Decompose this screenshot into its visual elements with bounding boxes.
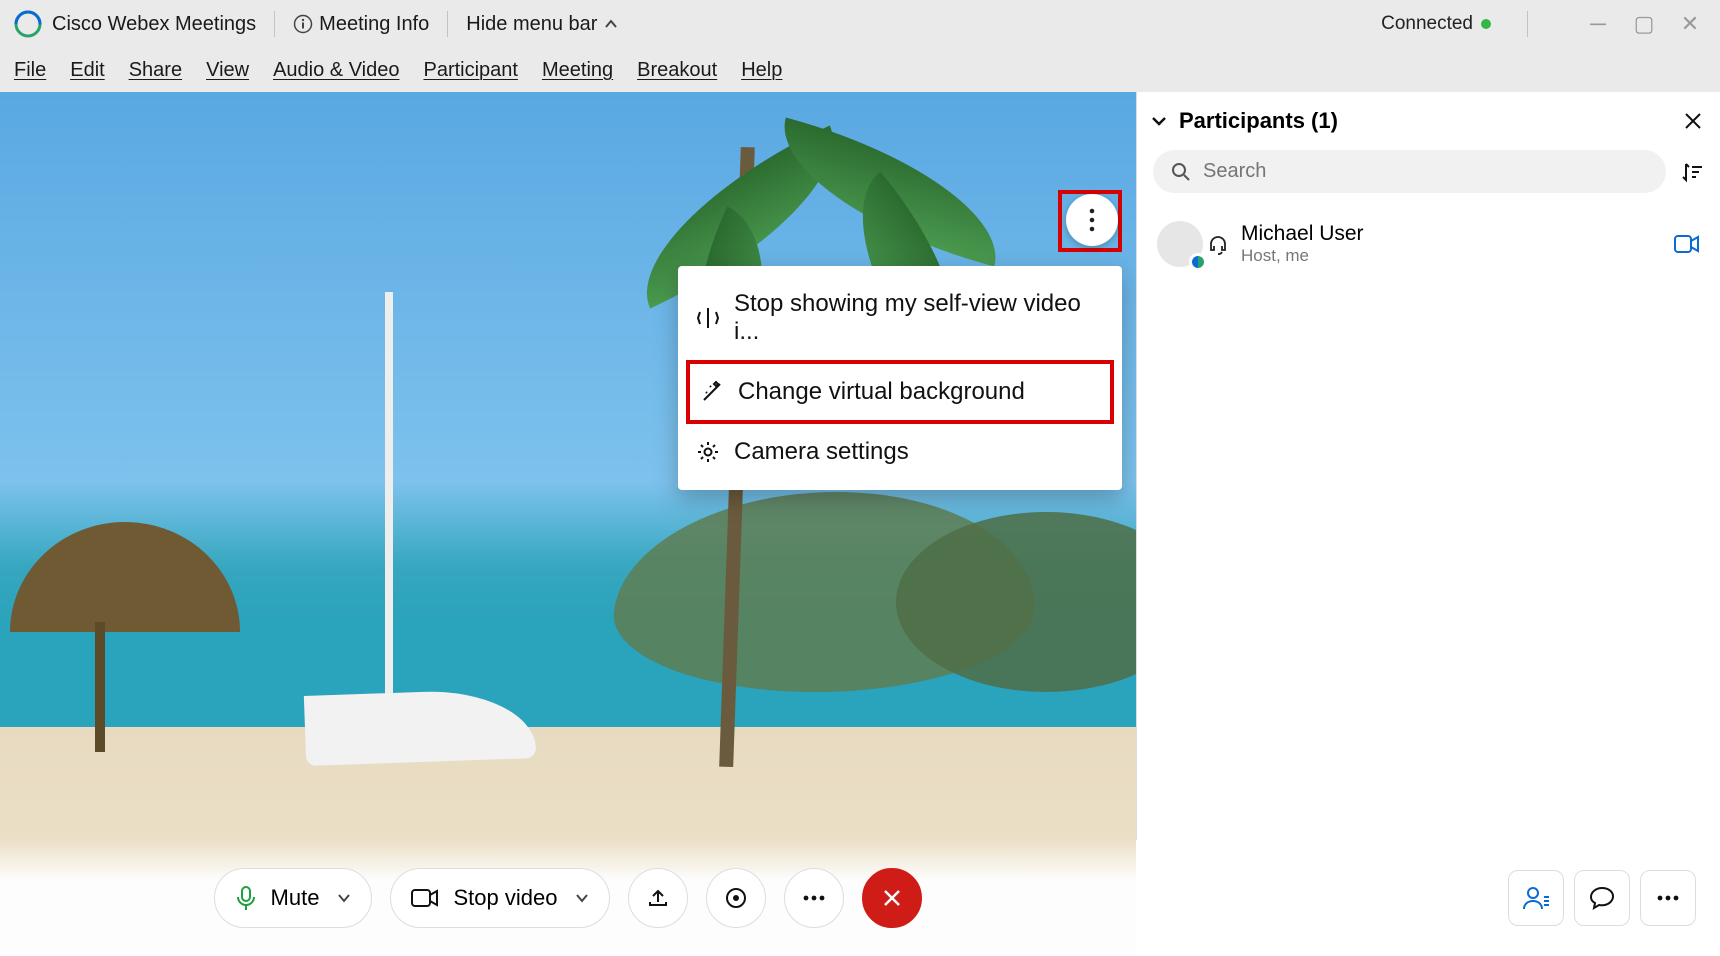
share-icon bbox=[646, 886, 670, 910]
participant-video-icon[interactable] bbox=[1674, 235, 1700, 253]
hide-menu-bar-button[interactable]: Hide menu bar bbox=[466, 13, 619, 36]
camera-icon bbox=[411, 888, 439, 908]
avatar bbox=[1157, 221, 1203, 267]
headset-icon bbox=[1207, 233, 1229, 255]
meeting-info-label: Meeting Info bbox=[319, 13, 429, 36]
chevron-up-icon bbox=[603, 16, 619, 32]
close-panel-button[interactable] bbox=[1684, 112, 1702, 130]
participant-role: Host, me bbox=[1241, 246, 1364, 266]
info-icon bbox=[293, 14, 313, 34]
menu-item-change-virtual-background[interactable]: Change virtual background bbox=[686, 360, 1114, 424]
record-button[interactable] bbox=[706, 868, 766, 928]
minimize-button[interactable]: ─ bbox=[1582, 11, 1614, 37]
microphone-icon bbox=[235, 885, 257, 911]
menu-edit[interactable]: Edit bbox=[70, 59, 104, 82]
hide-menu-label: Hide menu bar bbox=[466, 13, 597, 36]
chevron-down-icon[interactable] bbox=[575, 891, 589, 905]
participant-row[interactable]: Michael User Host, me bbox=[1153, 213, 1704, 275]
menu-participant[interactable]: Participant bbox=[423, 59, 518, 82]
chat-button[interactable] bbox=[1574, 870, 1630, 926]
menu-meeting[interactable]: Meeting bbox=[542, 59, 613, 82]
menu-share[interactable]: Share bbox=[129, 59, 182, 82]
meeting-info-button[interactable]: Meeting Info bbox=[293, 13, 429, 36]
chevron-down-icon[interactable] bbox=[337, 891, 351, 905]
participants-panel: Participants (1) bbox=[1136, 92, 1720, 956]
close-window-button[interactable]: ✕ bbox=[1674, 11, 1706, 37]
window-controls: ─ ▢ ✕ bbox=[1582, 11, 1706, 37]
menu-item-label: Change virtual background bbox=[738, 378, 1025, 406]
menu-item-stop-selfview[interactable]: Stop showing my self-view video i... bbox=[686, 276, 1114, 360]
close-icon bbox=[882, 888, 902, 908]
separator bbox=[1527, 11, 1528, 37]
collapse-panel-button[interactable] bbox=[1149, 111, 1169, 131]
share-content-button[interactable] bbox=[628, 868, 688, 928]
presence-icon bbox=[1189, 253, 1207, 271]
stop-video-button[interactable]: Stop video bbox=[390, 868, 610, 928]
panel-buttons-row bbox=[1136, 840, 1720, 956]
participants-title: Participants (1) bbox=[1179, 108, 1338, 134]
participants-button[interactable] bbox=[1508, 870, 1564, 926]
end-meeting-button[interactable] bbox=[862, 868, 922, 928]
menu-help[interactable]: Help bbox=[741, 59, 782, 82]
participants-list: Michael User Host, me bbox=[1137, 207, 1720, 872]
menu-view[interactable]: View bbox=[206, 59, 249, 82]
magic-wand-icon bbox=[700, 380, 724, 404]
kebab-icon bbox=[1089, 208, 1095, 232]
self-view-context-menu: Stop showing my self-view video i... Cha… bbox=[678, 266, 1122, 490]
mute-label: Mute bbox=[271, 885, 320, 911]
separator bbox=[274, 11, 275, 37]
record-icon bbox=[724, 886, 748, 910]
meeting-controls-dock: Mute Stop video bbox=[0, 840, 1136, 956]
menu-breakout[interactable]: Breakout bbox=[637, 59, 717, 82]
participants-search[interactable] bbox=[1153, 150, 1666, 193]
more-options-button[interactable] bbox=[784, 868, 844, 928]
title-bar: Cisco Webex Meetings Meeting Info Hide m… bbox=[0, 0, 1720, 48]
self-view-video: Stop showing my self-view video i... Cha… bbox=[0, 92, 1136, 956]
gear-icon bbox=[696, 440, 720, 464]
menu-item-camera-settings[interactable]: Camera settings bbox=[686, 424, 1114, 480]
status-dot-icon bbox=[1481, 19, 1491, 29]
app-name: Cisco Webex Meetings bbox=[52, 13, 256, 36]
search-icon bbox=[1171, 162, 1191, 182]
menu-item-label: Camera settings bbox=[734, 438, 909, 466]
webex-logo-icon bbox=[14, 10, 42, 38]
maximize-button[interactable]: ▢ bbox=[1628, 11, 1660, 37]
search-input[interactable] bbox=[1203, 160, 1648, 183]
ellipsis-icon bbox=[802, 895, 826, 901]
menu-bar: File Edit Share View Audio & Video Parti… bbox=[0, 48, 1720, 92]
menu-file[interactable]: File bbox=[14, 59, 46, 82]
sort-participants-button[interactable] bbox=[1680, 160, 1704, 184]
menu-item-label: Stop showing my self-view video i... bbox=[734, 290, 1104, 346]
mute-button[interactable]: Mute bbox=[214, 868, 373, 928]
self-view-options-button[interactable] bbox=[1066, 194, 1118, 246]
connected-label: Connected bbox=[1381, 13, 1473, 35]
mirror-icon bbox=[696, 306, 720, 330]
separator bbox=[447, 11, 448, 37]
participant-name: Michael User bbox=[1241, 222, 1364, 246]
panel-more-button[interactable] bbox=[1640, 870, 1696, 926]
stop-video-label: Stop video bbox=[453, 885, 557, 911]
menu-audio-video[interactable]: Audio & Video bbox=[273, 59, 399, 82]
connection-status: Connected bbox=[1381, 13, 1491, 35]
